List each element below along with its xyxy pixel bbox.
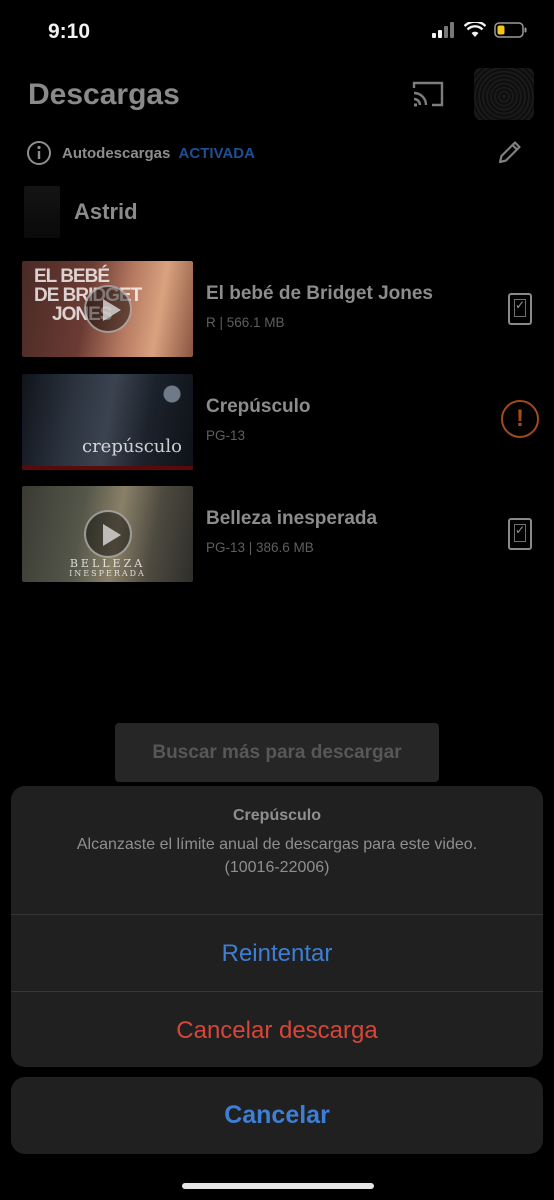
profile-section: Astrid xyxy=(24,186,138,238)
auto-downloads-row[interactable]: Autodescargas ACTIVADA xyxy=(26,140,255,166)
item-title: Belleza inesperada xyxy=(206,508,378,529)
profile-name: Astrid xyxy=(74,199,138,224)
status-time: 9:10 xyxy=(48,20,91,43)
signal-icon xyxy=(432,22,454,38)
cancel-download-button[interactable]: Cancelar descarga xyxy=(11,991,543,1067)
device-check-icon[interactable] xyxy=(508,518,532,550)
auto-downloads-text: Autodescargas xyxy=(62,144,171,162)
status-icons xyxy=(432,22,528,38)
action-sheet-header: Crepúsculo Alcanzaste el límite anual de… xyxy=(11,786,543,914)
progress-bar xyxy=(22,466,193,470)
thumbnail-title-line: INESPERADA xyxy=(69,569,146,578)
action-sheet-message-line: Alcanzaste el límite anual de descargas … xyxy=(76,836,478,853)
pencil-icon[interactable] xyxy=(496,138,524,166)
thumbnail-title-line: EL BEBÉ xyxy=(34,266,110,287)
battery-icon xyxy=(494,22,527,38)
item-meta: PG-13 | 386.6 MB xyxy=(206,540,314,555)
auto-downloads-status: ACTIVADA xyxy=(178,144,255,162)
wifi-icon xyxy=(464,22,486,37)
play-icon[interactable] xyxy=(84,285,132,333)
thumbnail-title-line: BELLEZA xyxy=(69,557,146,570)
movie-thumbnail[interactable]: crepúsculo xyxy=(22,374,193,470)
page-title: Descargas xyxy=(28,78,180,111)
item-meta: PG-13 xyxy=(206,428,246,443)
profile-avatar[interactable] xyxy=(474,68,534,120)
download-item[interactable]: EL BEBÉ DE BRIDGET JONES El bebé de Brid… xyxy=(22,261,532,357)
profile-thumbnail xyxy=(24,186,60,238)
cast-icon[interactable] xyxy=(412,80,444,108)
play-icon[interactable] xyxy=(84,510,132,558)
download-item[interactable]: BELLEZA INESPERADA Belleza inesperada PG… xyxy=(22,486,532,582)
thumbnail-title: BELLEZA INESPERADA xyxy=(22,558,193,578)
action-sheet: Crepúsculo Alcanzaste el límite anual de… xyxy=(11,786,543,1067)
alert-icon[interactable]: ! xyxy=(501,400,539,438)
action-sheet-message: Alcanzaste el límite anual de descargas … xyxy=(11,833,543,879)
item-title: Crepúsculo xyxy=(206,396,311,417)
movie-thumbnail[interactable]: EL BEBÉ DE BRIDGET JONES xyxy=(22,261,193,357)
download-item[interactable]: crepúsculo Crepúsculo PG-13 ! xyxy=(22,374,539,470)
status-bar: 9:10 xyxy=(0,0,554,70)
error-code: (10016-22006) xyxy=(224,859,330,876)
info-icon xyxy=(27,141,51,165)
device-check-icon[interactable] xyxy=(508,293,532,325)
home-indicator[interactable] xyxy=(182,1183,374,1189)
retry-button[interactable]: Reintentar xyxy=(11,914,543,991)
movie-thumbnail[interactable]: BELLEZA INESPERADA xyxy=(22,486,193,582)
auto-downloads-label: Autodescargas ACTIVADA xyxy=(62,145,255,162)
item-meta: R | 566.1 MB xyxy=(206,315,285,330)
item-title: El bebé de Bridget Jones xyxy=(206,283,433,304)
action-sheet-title: Crepúsculo xyxy=(232,807,321,824)
cancel-button[interactable]: Cancelar xyxy=(11,1077,543,1154)
thumbnail-title: crepúsculo xyxy=(82,436,182,457)
find-more-button[interactable]: Buscar más para descargar xyxy=(115,723,439,782)
